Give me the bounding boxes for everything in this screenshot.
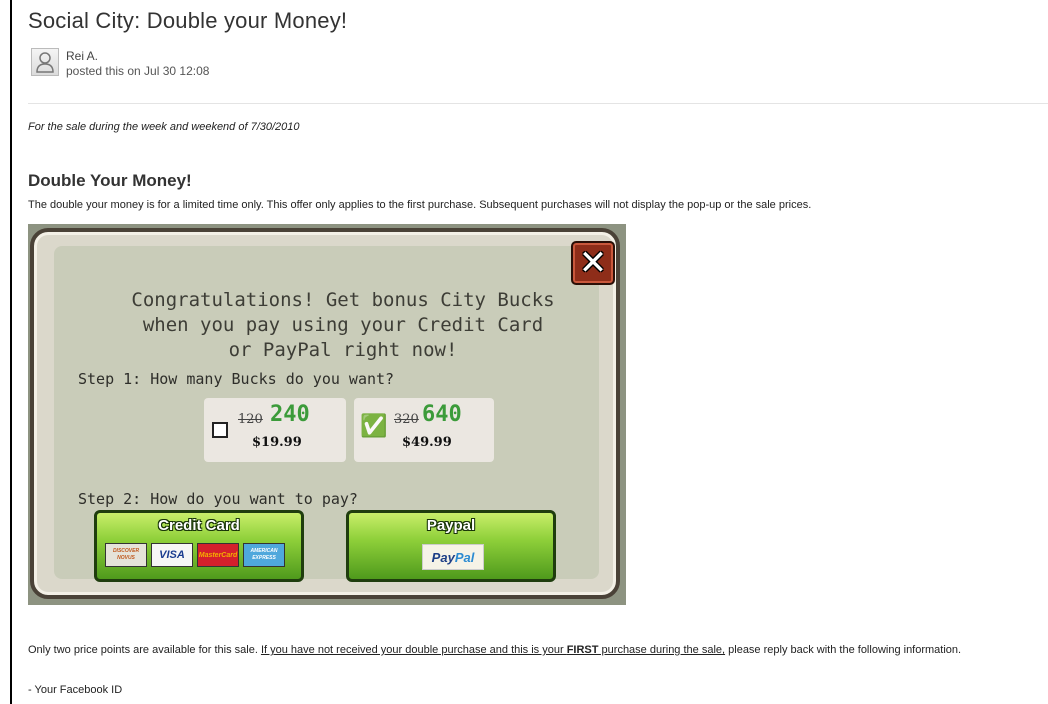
credit-card-button[interactable]: Credit Card DISCOVER NOVUS VISA MasterCa… — [94, 510, 304, 582]
new-bucks-amount: 240 — [270, 402, 310, 427]
amex-card-icon: AMERICAN EXPRESS — [243, 543, 285, 567]
divider — [28, 103, 1048, 104]
step-1-label: Step 1: How many Bucks do you want? — [78, 370, 395, 388]
intro-text: The double your money is for a limited t… — [28, 199, 812, 211]
credit-card-label: Credit Card — [158, 517, 240, 534]
option-price: $19.99 — [252, 435, 302, 450]
old-bucks-amount: 120 — [238, 412, 263, 427]
purchase-dialog: Congratulations! Get bonus City Bucks wh… — [30, 228, 620, 599]
page-left-border — [0, 0, 12, 704]
post-title: Social City: Double your Money! — [28, 8, 348, 33]
option-checkbox[interactable] — [212, 422, 228, 438]
avatar[interactable] — [31, 48, 59, 76]
congrats-line: when you pay using your Credit Card — [142, 314, 544, 336]
close-button[interactable]: ✕ — [571, 241, 615, 285]
card-logos: DISCOVER NOVUS VISA MasterCard AMERICAN … — [105, 543, 285, 567]
congrats-line: or PayPal right now! — [228, 339, 458, 361]
old-bucks-amount: 320 — [394, 412, 419, 427]
step-2-label: Step 2: How do you want to pay? — [78, 490, 358, 508]
body-text: Only two price points are available for … — [28, 644, 261, 656]
sale-note: For the sale during the week and weekend… — [28, 121, 300, 133]
option-price: $49.99 — [402, 435, 452, 450]
paypal-logo: Pay Pal — [422, 544, 484, 570]
visa-card-icon: VISA — [151, 543, 193, 567]
congrats-line: Congratulations! Get bonus City Bucks — [131, 289, 555, 311]
paypal-label: Paypal — [426, 517, 476, 534]
list-item: - Your Facebook ID — [28, 684, 123, 696]
new-bucks-amount: 640 — [422, 402, 462, 427]
dialog-panel: Congratulations! Get bonus City Bucks wh… — [54, 246, 599, 582]
congrats-message: Congratulations! Get bonus City Bucks wh… — [108, 288, 578, 363]
close-icon: ✕ — [578, 243, 608, 283]
body-text: please reply back with the following inf… — [725, 644, 962, 656]
checkmark-icon[interactable]: ✅ — [360, 416, 387, 438]
instruction-link[interactable]: If you have not received your double pur… — [261, 644, 725, 656]
section-heading: Double Your Money! — [28, 171, 192, 190]
post-timestamp: posted this on Jul 30 12:08 — [66, 64, 210, 78]
author-name[interactable]: Rei A. — [66, 49, 98, 63]
mastercard-icon: MasterCard — [197, 543, 239, 567]
body-paragraph: Only two price points are available for … — [28, 642, 1044, 659]
paypal-button[interactable]: Paypal Pay Pal — [346, 510, 556, 582]
bucks-option-240[interactable]: 120 240 $19.99 — [204, 398, 346, 462]
bucks-option-640[interactable]: ✅ 320 640 $49.99 — [354, 398, 494, 462]
game-popup-screenshot: Congratulations! Get bonus City Bucks wh… — [28, 224, 626, 605]
user-silhouette-icon — [36, 52, 54, 73]
discover-card-icon: DISCOVER NOVUS — [105, 543, 147, 567]
